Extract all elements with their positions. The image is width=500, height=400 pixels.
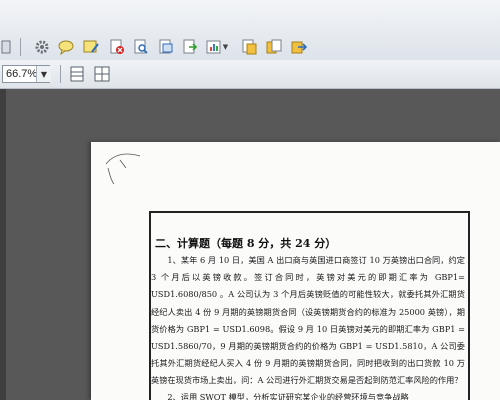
toolbar-separator (20, 38, 21, 56)
copy-icon[interactable] (181, 38, 199, 56)
gear-icon[interactable] (33, 38, 51, 56)
delete-icon[interactable] (108, 38, 126, 56)
share-page-icon[interactable] (290, 38, 308, 56)
copy-page-icon[interactable] (265, 38, 283, 56)
question-1: 1、某年 6 月 10 日，美国 A 出口商与英国进口商签订 10 万英镑出口合… (151, 255, 465, 386)
comment-icon[interactable] (57, 38, 75, 56)
navigation-panel-edge (0, 89, 6, 400)
question-2-partial: 2、运用 SWOT 模型，分析实证研究某企业的经营环境与竞争战略 (167, 392, 409, 400)
zoom-dropdown-button[interactable]: ▼ (36, 66, 51, 82)
section-title: 二、计算题（每题 8 分，共 24 分） (155, 237, 337, 250)
toolbar-overflow-icon[interactable] (0, 38, 12, 56)
stamp-icon[interactable] (240, 38, 258, 56)
page-scribble-mark (105, 153, 141, 185)
find-icon[interactable] (132, 38, 150, 56)
toolbar-separator (60, 65, 61, 83)
two-page-view-icon[interactable] (93, 65, 111, 83)
fit-page-icon[interactable] (157, 38, 175, 56)
single-page-view-icon[interactable] (68, 65, 86, 83)
main-toolbar: ▼ (0, 0, 500, 61)
question-1-text: 1、某年 6 月 10 日，美国 A 出口商与英国进口商签订 10 万英镑出口合… (151, 252, 465, 390)
sticky-note-icon[interactable] (82, 38, 100, 56)
chevron-down-icon[interactable]: ▼ (221, 38, 230, 56)
